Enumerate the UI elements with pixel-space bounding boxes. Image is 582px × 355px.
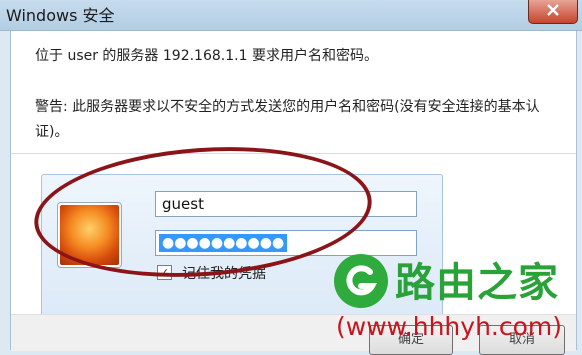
close-icon [547,4,559,16]
password-mask: ●●●●●●●●●● [159,234,288,252]
server-message: 位于 user 的服务器 192.168.1.1 要求用户名和密码。 [35,48,378,64]
watermark-name: 路由之家 [395,260,559,306]
security-warning: 警告: 此服务器要求以不安全的方式发送您的用户名和密码(没有安全连接的基本认证)… [35,99,540,140]
router-logo-icon [334,254,388,308]
watermark-url: (www.hhhyh.com) [336,312,563,341]
title-bar: Windows 安全 [0,0,582,31]
user-avatar-icon [57,202,122,268]
username-field[interactable]: guest [155,191,417,217]
checkmark-icon: ✓ [159,266,170,279]
avatar-image [60,205,119,265]
remember-checkbox[interactable]: ✓ [157,265,172,280]
remember-label: 记住我的凭据 [182,266,266,282]
close-button[interactable] [528,0,578,24]
divider [11,153,576,154]
window-title: Windows 安全 [6,6,115,25]
